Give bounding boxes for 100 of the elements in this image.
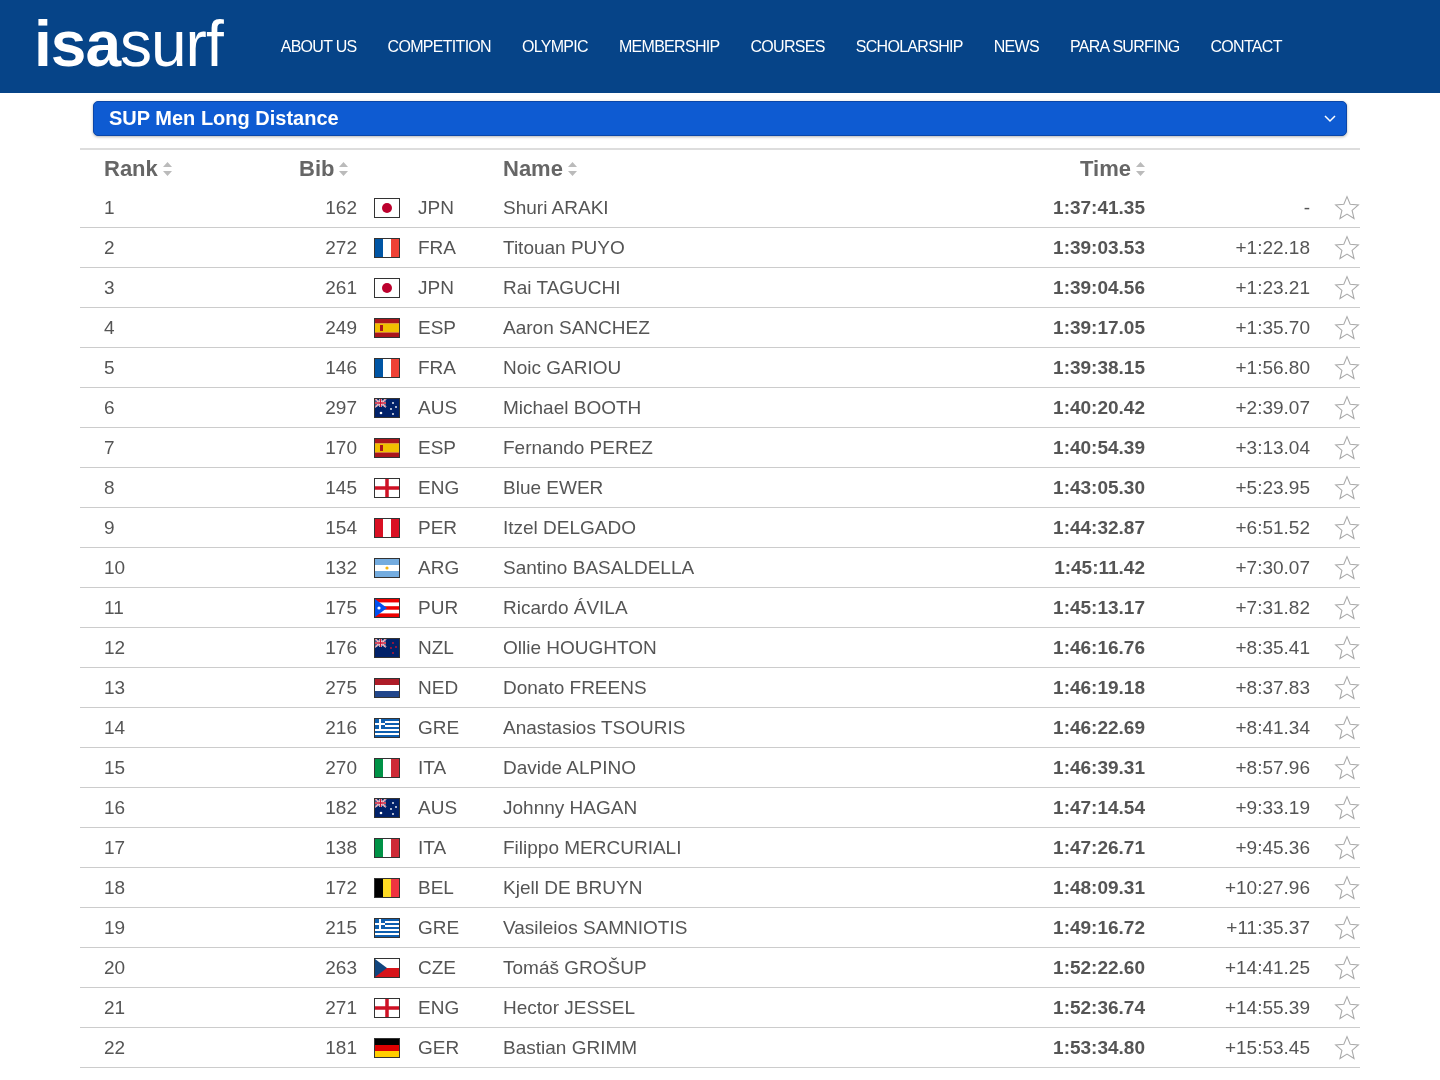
nav-link[interactable]: PARA SURFING [1069,37,1180,56]
time-cell: 1:46:19.18 [1053,676,1145,699]
country-cell-text: FRA [418,356,457,379]
nav-link[interactable]: MEMBERSHIP [618,37,720,56]
country-cell-text: GER [418,1036,461,1059]
name-cell-text: Donato FREENS [503,676,648,699]
country-cell-text: ESP [418,316,458,339]
nav-link[interactable]: NEWS [993,37,1039,56]
name-cell-text: Itzel DELGADO [503,516,638,539]
flag-icon [374,757,400,778]
sort-icon[interactable] [1136,162,1145,176]
star-icon[interactable] [1334,234,1360,261]
nav-link[interactable]: COURSES [750,37,825,56]
rank-cell-text: 14 [104,716,127,739]
gap-cell: +1:35.70 [1235,316,1310,339]
bib-cell: 263 [325,956,357,979]
star-icon[interactable] [1334,394,1360,421]
star-icon[interactable] [1334,714,1360,741]
star-icon[interactable] [1334,434,1360,461]
star-icon[interactable] [1334,994,1360,1021]
country-cell-text: GRE [418,716,461,739]
gap-cell: +11:35.37 [1226,916,1310,939]
time-cell: 1:45:13.17 [1053,596,1145,619]
event-dropdown[interactable]: SUP Men Long Distance [93,101,1347,136]
country-cell-text: FRA [418,236,457,259]
flag-icon [374,317,400,338]
nav-link[interactable]: COMPETITION [387,37,491,56]
star-icon[interactable] [1334,354,1360,381]
star-icon[interactable] [1334,634,1360,661]
star-icon[interactable] [1334,514,1360,541]
gap-cell: +8:37.83 [1235,676,1310,699]
flag-icon [374,477,400,498]
gap-cell: +10:27.96 [1224,876,1310,899]
time-cell: 1:45:11.42 [1054,556,1145,579]
star-icon[interactable] [1334,674,1360,701]
flag-icon [374,237,400,258]
country-cell-text: NED [418,676,460,699]
star-icon[interactable] [1334,874,1360,901]
star-icon[interactable] [1334,314,1360,341]
sort-icon[interactable] [567,162,577,176]
logo[interactable]: isasurf [34,11,223,76]
time-cell: 1:52:36.74 [1053,996,1145,1019]
bib-cell: 176 [325,636,357,659]
time-cell: 1:39:17.05 [1053,316,1145,339]
star-icon[interactable] [1334,1034,1360,1061]
name-cell-text: Bastian GRIMM [503,1036,639,1059]
column-header[interactable]: Time [1080,156,1131,182]
name-cell-text: Rai TAGUCHI [503,276,622,299]
column-header[interactable]: Rank [104,156,158,182]
gap-cell: - [1303,196,1310,219]
flag-icon [374,637,400,658]
star-icon[interactable] [1334,594,1360,621]
column-header[interactable]: Name [503,156,563,182]
time-cell: 1:49:16.72 [1053,916,1145,939]
star-icon[interactable] [1334,474,1360,501]
sort-icon[interactable] [339,162,349,176]
country-cell-text: ESP [418,436,458,459]
star-icon[interactable] [1334,954,1360,981]
sort-icon[interactable] [162,162,172,176]
star-icon[interactable] [1334,834,1360,861]
flag-icon [374,837,400,858]
star-icon[interactable] [1334,754,1360,781]
bib-cell: 270 [325,756,357,779]
country-cell-text: AUS [418,396,459,419]
time-cell: 1:47:14.54 [1053,796,1145,819]
gap-cell: +14:55.39 [1224,996,1310,1019]
country-cell-text: CZE [418,956,457,979]
time-cell: 1:39:04.56 [1053,276,1145,299]
star-icon[interactable] [1334,194,1360,221]
rank-cell-text: 22 [104,1036,127,1059]
nav-link[interactable]: OLYMPIC [522,37,588,56]
star-icon[interactable] [1334,914,1360,941]
rank-cell-text: 19 [104,916,127,939]
flag-icon [374,277,400,298]
bib-cell: 170 [325,436,357,459]
country-cell-text: ARG [418,556,461,579]
time-cell: 1:46:39.31 [1053,756,1145,779]
nav-link[interactable]: SCHOLARSHIP [855,37,963,56]
star-icon[interactable] [1334,554,1360,581]
bib-cell: 182 [325,796,357,819]
rank-cell-text: 1 [104,196,116,219]
country-cell-text: ITA [418,756,448,779]
time-cell: 1:48:09.31 [1053,876,1145,899]
flag-icon [374,957,400,978]
column-header[interactable]: Bib [299,156,335,182]
nav-link[interactable]: ABOUT US [280,37,357,56]
chevron-down-icon [1324,114,1336,123]
rank-cell-text: 9 [104,516,116,539]
flag-icon [374,997,400,1018]
rank-cell-text: 21 [104,996,127,1019]
flag-icon [374,717,400,738]
rank-cell-text: 18 [104,876,127,899]
gap-cell: +5:23.95 [1235,476,1310,499]
star-icon[interactable] [1334,794,1360,821]
flag-icon [374,437,400,458]
nav-link[interactable]: CONTACT [1210,37,1282,56]
name-cell-text: Aaron SANCHEZ [503,316,651,339]
rank-cell-text: 15 [104,756,127,779]
gap-cell: +3:13.04 [1235,436,1310,459]
star-icon[interactable] [1334,274,1360,301]
